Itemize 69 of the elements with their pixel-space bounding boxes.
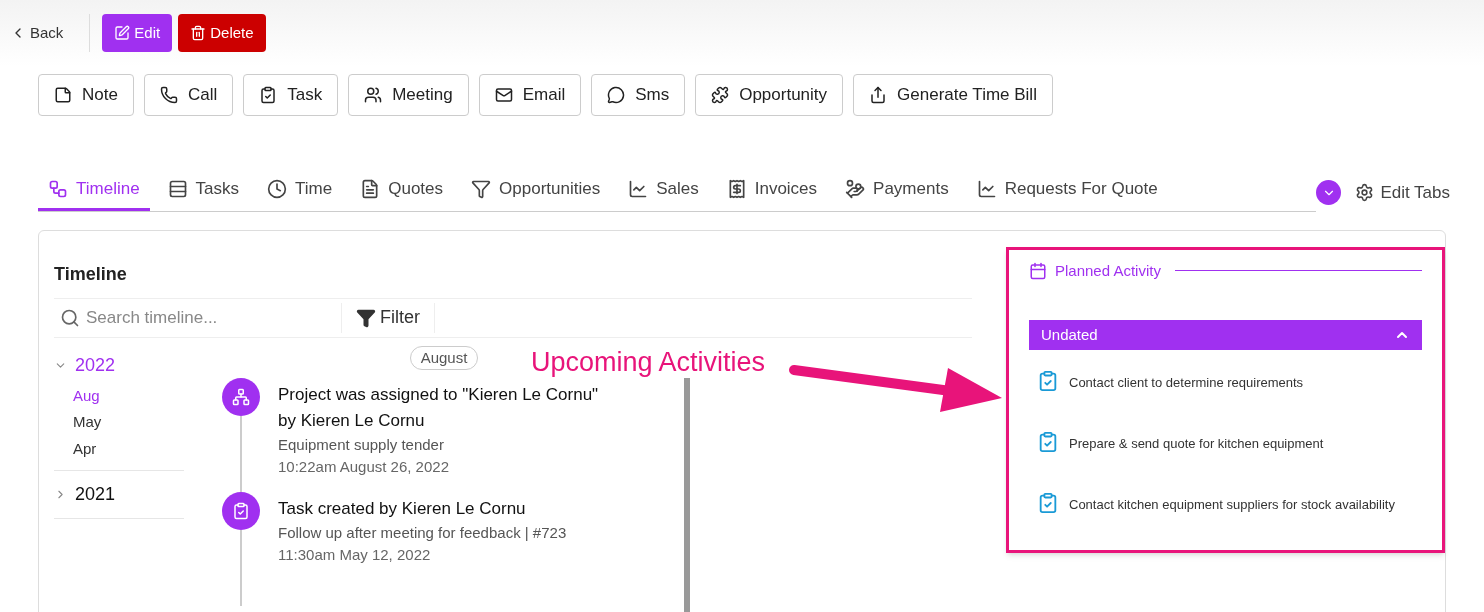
tab[interactable]: Time bbox=[257, 176, 343, 211]
line-chart-icon bbox=[976, 178, 997, 199]
chat-bubble-icon bbox=[607, 86, 626, 104]
line-chart-icon bbox=[628, 178, 649, 199]
tab[interactable]: Payments bbox=[835, 176, 959, 211]
clipboard-icon bbox=[1037, 492, 1059, 514]
document-icon bbox=[360, 178, 381, 199]
activity-item[interactable]: Prepare & send quote for kitchen equipment bbox=[1069, 433, 1324, 453]
month-item[interactable]: May bbox=[73, 411, 184, 434]
month-item[interactable]: Aug bbox=[73, 384, 184, 407]
action-button[interactable]: Call bbox=[143, 74, 234, 116]
search-field[interactable]: Search timeline... bbox=[86, 304, 326, 331]
edit-icon bbox=[114, 25, 131, 41]
action-button[interactable]: Opportunity bbox=[695, 74, 844, 116]
back-button[interactable]: Back bbox=[10, 14, 91, 52]
funnel-icon bbox=[471, 178, 492, 199]
section-title: Timeline bbox=[54, 262, 128, 286]
event-time: 10:22am August 26, 2022 bbox=[278, 457, 450, 477]
note-icon bbox=[54, 86, 72, 104]
filter-button[interactable]: Filter bbox=[342, 302, 435, 333]
tab[interactable]: Sales bbox=[618, 176, 709, 211]
event-title: Task created by Kieren Le Cornu bbox=[278, 498, 527, 520]
year-item[interactable]: 2022 bbox=[54, 351, 116, 379]
event-subtitle: Follow up after meeting for feedback | #723 bbox=[278, 523, 568, 543]
action-button[interactable]: Email bbox=[478, 74, 582, 116]
tab[interactable]: Opportunities bbox=[461, 176, 611, 211]
month-item[interactable]: Apr bbox=[73, 437, 184, 460]
tab[interactable]: Requests For Quote bbox=[966, 176, 1168, 211]
clipboard-icon bbox=[1037, 431, 1059, 453]
edit-tabs-button[interactable]: Edit Tabs bbox=[1355, 180, 1450, 206]
annotation-text: Upcoming Activities bbox=[531, 346, 766, 379]
nodes-icon bbox=[48, 178, 68, 199]
tab[interactable]: Timeline bbox=[38, 176, 150, 211]
activity-item[interactable]: Contact client to determine requirements bbox=[1069, 372, 1304, 392]
share-icon bbox=[869, 86, 888, 104]
hand-coins-icon bbox=[845, 178, 866, 199]
clipboard-icon bbox=[232, 502, 250, 520]
activity-item[interactable]: Contact kitchen equipment suppliers for stock availability bbox=[1069, 494, 1395, 514]
tab[interactable]: Invoices bbox=[716, 176, 828, 211]
clipboard-icon bbox=[1037, 370, 1059, 392]
envelope-icon bbox=[494, 86, 513, 104]
puzzle-icon bbox=[711, 86, 730, 104]
search-icon bbox=[60, 307, 80, 328]
dropdown-button[interactable] bbox=[1316, 180, 1342, 206]
action-button[interactable]: Sms bbox=[591, 74, 686, 116]
clipboard-icon bbox=[259, 86, 278, 104]
event-title: Project was assigned to "Kieren Le Cornu" by Kieren Le Cornu bbox=[278, 384, 600, 432]
action-button[interactable]: Task bbox=[243, 74, 339, 116]
phone-icon bbox=[159, 86, 178, 104]
clock-icon bbox=[267, 178, 288, 199]
rows-icon bbox=[167, 178, 188, 199]
year-item[interactable]: 2021 bbox=[54, 481, 116, 508]
edit-button[interactable]: Edit bbox=[102, 14, 173, 52]
delete-button[interactable]: Delete bbox=[178, 14, 266, 52]
hierarchy-icon bbox=[232, 388, 250, 406]
funnel-icon bbox=[356, 307, 376, 328]
action-button[interactable]: Generate Time Bill bbox=[853, 74, 1053, 116]
action-button[interactable]: Note bbox=[38, 74, 134, 116]
event-time: 11:30am May 12, 2022 bbox=[278, 545, 432, 565]
event-subtitle: Equipment supply tender bbox=[278, 435, 445, 455]
trash-icon bbox=[190, 25, 207, 41]
panel-title: Planned Activity bbox=[1055, 260, 1161, 281]
settings-icon bbox=[1355, 183, 1375, 203]
calendar-icon bbox=[1029, 261, 1047, 280]
people-icon bbox=[364, 86, 383, 104]
action-button[interactable]: Meeting bbox=[348, 74, 469, 116]
group-header[interactable]: Undated bbox=[1029, 320, 1422, 350]
tab[interactable]: Tasks bbox=[157, 176, 250, 211]
tab[interactable]: Quotes bbox=[350, 176, 454, 211]
